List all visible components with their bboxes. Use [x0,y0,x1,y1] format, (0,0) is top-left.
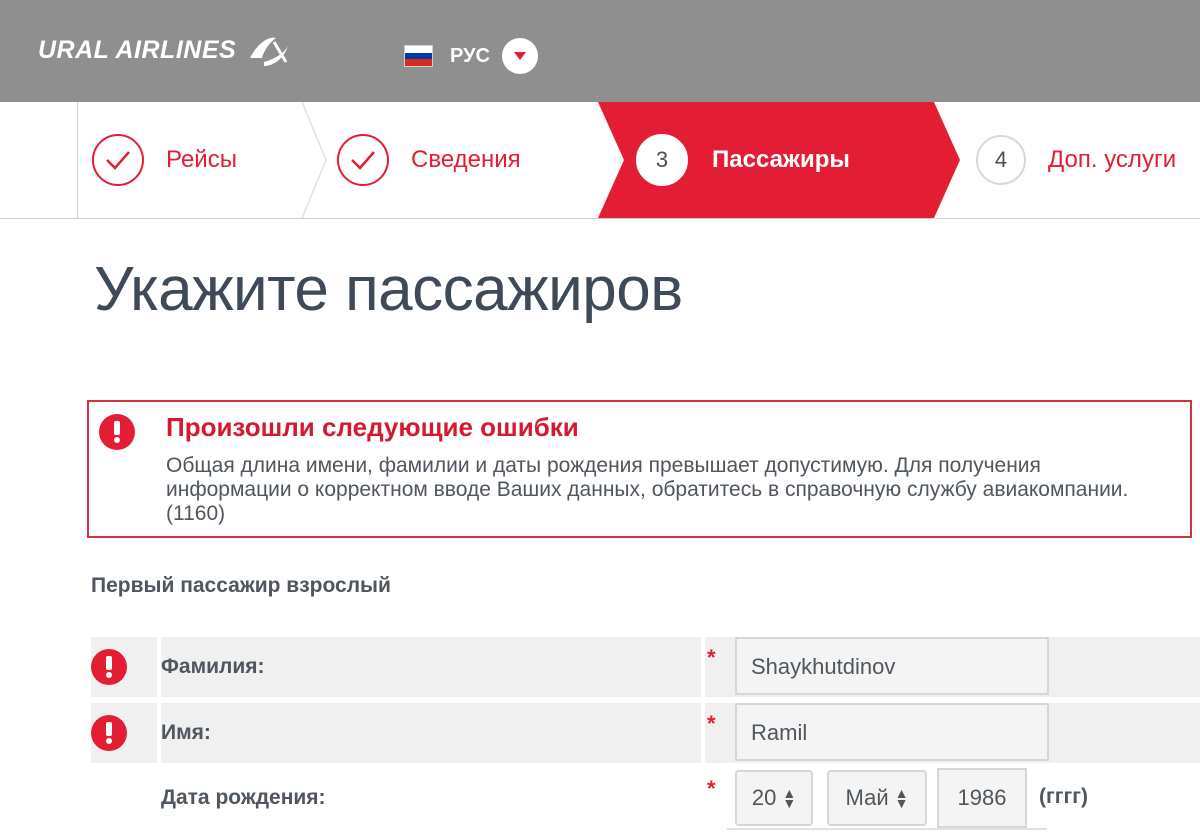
year-format-hint: (гггг) [1039,785,1088,808]
steps-divider [77,102,78,218]
surname-label: Фамилия: [161,655,265,678]
step-flights[interactable]: Рейсы [92,102,237,218]
field-input-cell: 20 ▲ ▼ Май ▲ ▼ 1986 (гггг) [727,768,1200,828]
step-label: Сведения [411,146,521,173]
step-extra-services[interactable]: 4 Доп. услуги [976,102,1176,218]
required-cell: * [705,637,727,697]
language-selector[interactable]: РУС [404,38,538,74]
step-separator [301,102,327,218]
step-done-circle [92,134,144,186]
russia-flag-icon [404,45,433,67]
checkmark-icon [351,151,375,170]
language-dropdown-button[interactable] [501,38,538,74]
language-label: РУС [450,44,490,67]
birth-date-label: Дата рождения: [161,786,326,809]
required-cell: * [705,703,727,763]
name-input[interactable]: Ramil [735,703,1049,761]
surname-input[interactable]: Shaykhutdinov [735,637,1049,695]
birth-year-input[interactable]: 1986 [937,768,1027,828]
step-passengers[interactable]: 3 Пассажиры [636,102,850,218]
field-label-cell: Имя: [161,703,701,763]
logo-text: URAL AIRLINES [38,35,237,64]
next-field-edge [727,828,1047,836]
step-number-circle: 3 [636,134,688,186]
step-done-circle [337,134,389,186]
required-marker: * [707,711,716,736]
birth-date-row: Дата рождения: * 20 ▲ ▼ Май ▲ ▼ 1986 (гггг… [91,768,1200,828]
name-row: Имя: * Ramil [91,703,1200,763]
field-label-cell: Дата рождения: [91,768,701,828]
checkmark-icon [106,151,130,170]
exclamation-icon [91,649,127,685]
exclamation-icon [91,715,127,751]
required-cell: * [705,768,727,828]
birth-day-select[interactable]: 20 ▲ ▼ [735,770,813,826]
field-input-cell: Shaykhutdinov [727,637,1200,697]
step-label: Рейсы [166,146,237,173]
field-input-cell: Ramil [727,703,1200,763]
field-error-cell [91,703,157,763]
select-arrows-icon: ▲ ▼ [894,785,909,811]
required-marker: * [707,776,716,801]
birth-month-select[interactable]: Май ▲ ▼ [827,770,927,826]
step-details[interactable]: Сведения [337,102,521,218]
error-alert: Произошли следующие ошибки Общая длина и… [87,400,1192,538]
top-header: URAL AIRLINES РУС [0,0,1200,102]
birth-day-value: 20 [751,785,777,810]
field-label-cell: Фамилия: [161,637,701,697]
birth-month-value: Май [845,785,889,810]
chevron-down-icon [513,52,526,60]
field-error-cell [91,637,157,697]
step-number-circle: 4 [976,135,1026,185]
error-message: Общая длина имени, фамилии и даты рожден… [166,454,1129,525]
select-arrows-icon: ▲ ▼ [782,785,797,811]
error-title: Произошли следующие ошибки [166,412,579,442]
surname-row: Фамилия: * Shaykhutdinov [91,637,1200,697]
step-label: Пассажиры [712,146,850,173]
booking-steps: Рейсы Сведения 3 Пассажиры 4 Доп. услуги [0,102,1200,219]
exclamation-icon [99,414,135,450]
airline-logo[interactable]: URAL AIRLINES [38,32,292,68]
ural-airlines-swirl-icon [250,37,289,66]
name-label: Имя: [161,721,211,744]
passenger-section-title: Первый пассажир взрослый [91,574,391,597]
step-label: Доп. услуги [1048,146,1177,173]
page-title: Укажите пассажиров [94,255,683,324]
required-marker: * [707,645,716,670]
